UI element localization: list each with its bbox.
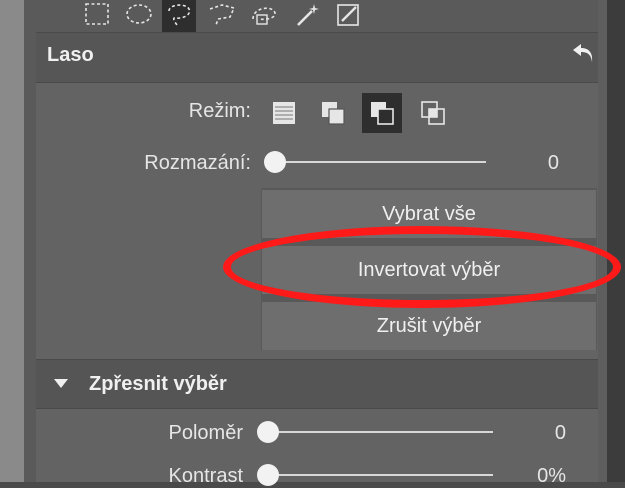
add-selection-icon: [322, 102, 345, 125]
mode-intersect-selection-button[interactable]: [413, 93, 453, 133]
right-scrollbar[interactable]: [607, 0, 625, 482]
lasso-tool[interactable]: [162, 0, 196, 32]
contrast-slider-thumb[interactable]: [257, 464, 279, 486]
magic-wand-tool[interactable]: [290, 0, 324, 32]
mode-add-selection-button[interactable]: [313, 93, 353, 133]
blur-label: Rozmazání:: [144, 152, 251, 174]
blur-slider-track[interactable]: [275, 161, 486, 163]
polygon-lasso-icon: [209, 4, 236, 26]
contrast-label: Kontrast: [168, 465, 243, 487]
invert-selection-button[interactable]: Invertovat výběr: [262, 246, 596, 294]
left-panel-shadow: [24, 0, 36, 482]
blur-value: 0: [547, 152, 559, 174]
brush-select-icon: [337, 4, 359, 26]
refine-section-title: Zpřesnit výběr: [89, 373, 227, 395]
panel-title: Laso: [47, 44, 94, 66]
blur-slider-thumb[interactable]: [264, 151, 286, 173]
magic-wand-icon: [297, 4, 319, 26]
collapse-triangle-icon[interactable]: [54, 379, 68, 388]
undo-button[interactable]: [570, 40, 598, 68]
select-all-button[interactable]: Vybrat vše: [262, 190, 596, 238]
ellipse-select-icon: [126, 4, 152, 24]
lasso-panel-header: [36, 33, 598, 82]
radius-label: Poloměr: [168, 422, 243, 444]
ellipse-select-tool[interactable]: [122, 0, 156, 32]
polygon-lasso-tool[interactable]: [205, 0, 239, 32]
radius-slider-thumb[interactable]: [257, 421, 279, 443]
mode-subtract-selection-button[interactable]: [362, 93, 402, 133]
magnetic-lasso-icon: [252, 7, 276, 25]
brush-select-tool[interactable]: [332, 0, 366, 32]
intersect-selection-icon: [421, 101, 445, 125]
contrast-value: 0%: [537, 465, 566, 487]
deselect-button[interactable]: Zrušit výběr: [262, 302, 596, 350]
subtract-selection-icon: [371, 102, 394, 125]
right-panel-edge: [598, 0, 607, 482]
contrast-slider-track[interactable]: [268, 474, 493, 476]
magnetic-lasso-tool[interactable]: [248, 0, 282, 32]
undo-icon: [573, 44, 593, 62]
left-panel-edge: [0, 0, 24, 482]
new-selection-icon: [273, 102, 295, 124]
radius-slider-track[interactable]: [268, 431, 493, 433]
rectangle-select-tool[interactable]: [80, 0, 114, 32]
mode-new-selection-button[interactable]: [264, 93, 304, 133]
lasso-icon: [168, 4, 191, 26]
mode-label: Režim:: [188, 100, 251, 122]
rectangle-select-icon: [85, 3, 109, 25]
radius-value: 0: [554, 422, 566, 444]
refine-section-body: [36, 409, 598, 482]
